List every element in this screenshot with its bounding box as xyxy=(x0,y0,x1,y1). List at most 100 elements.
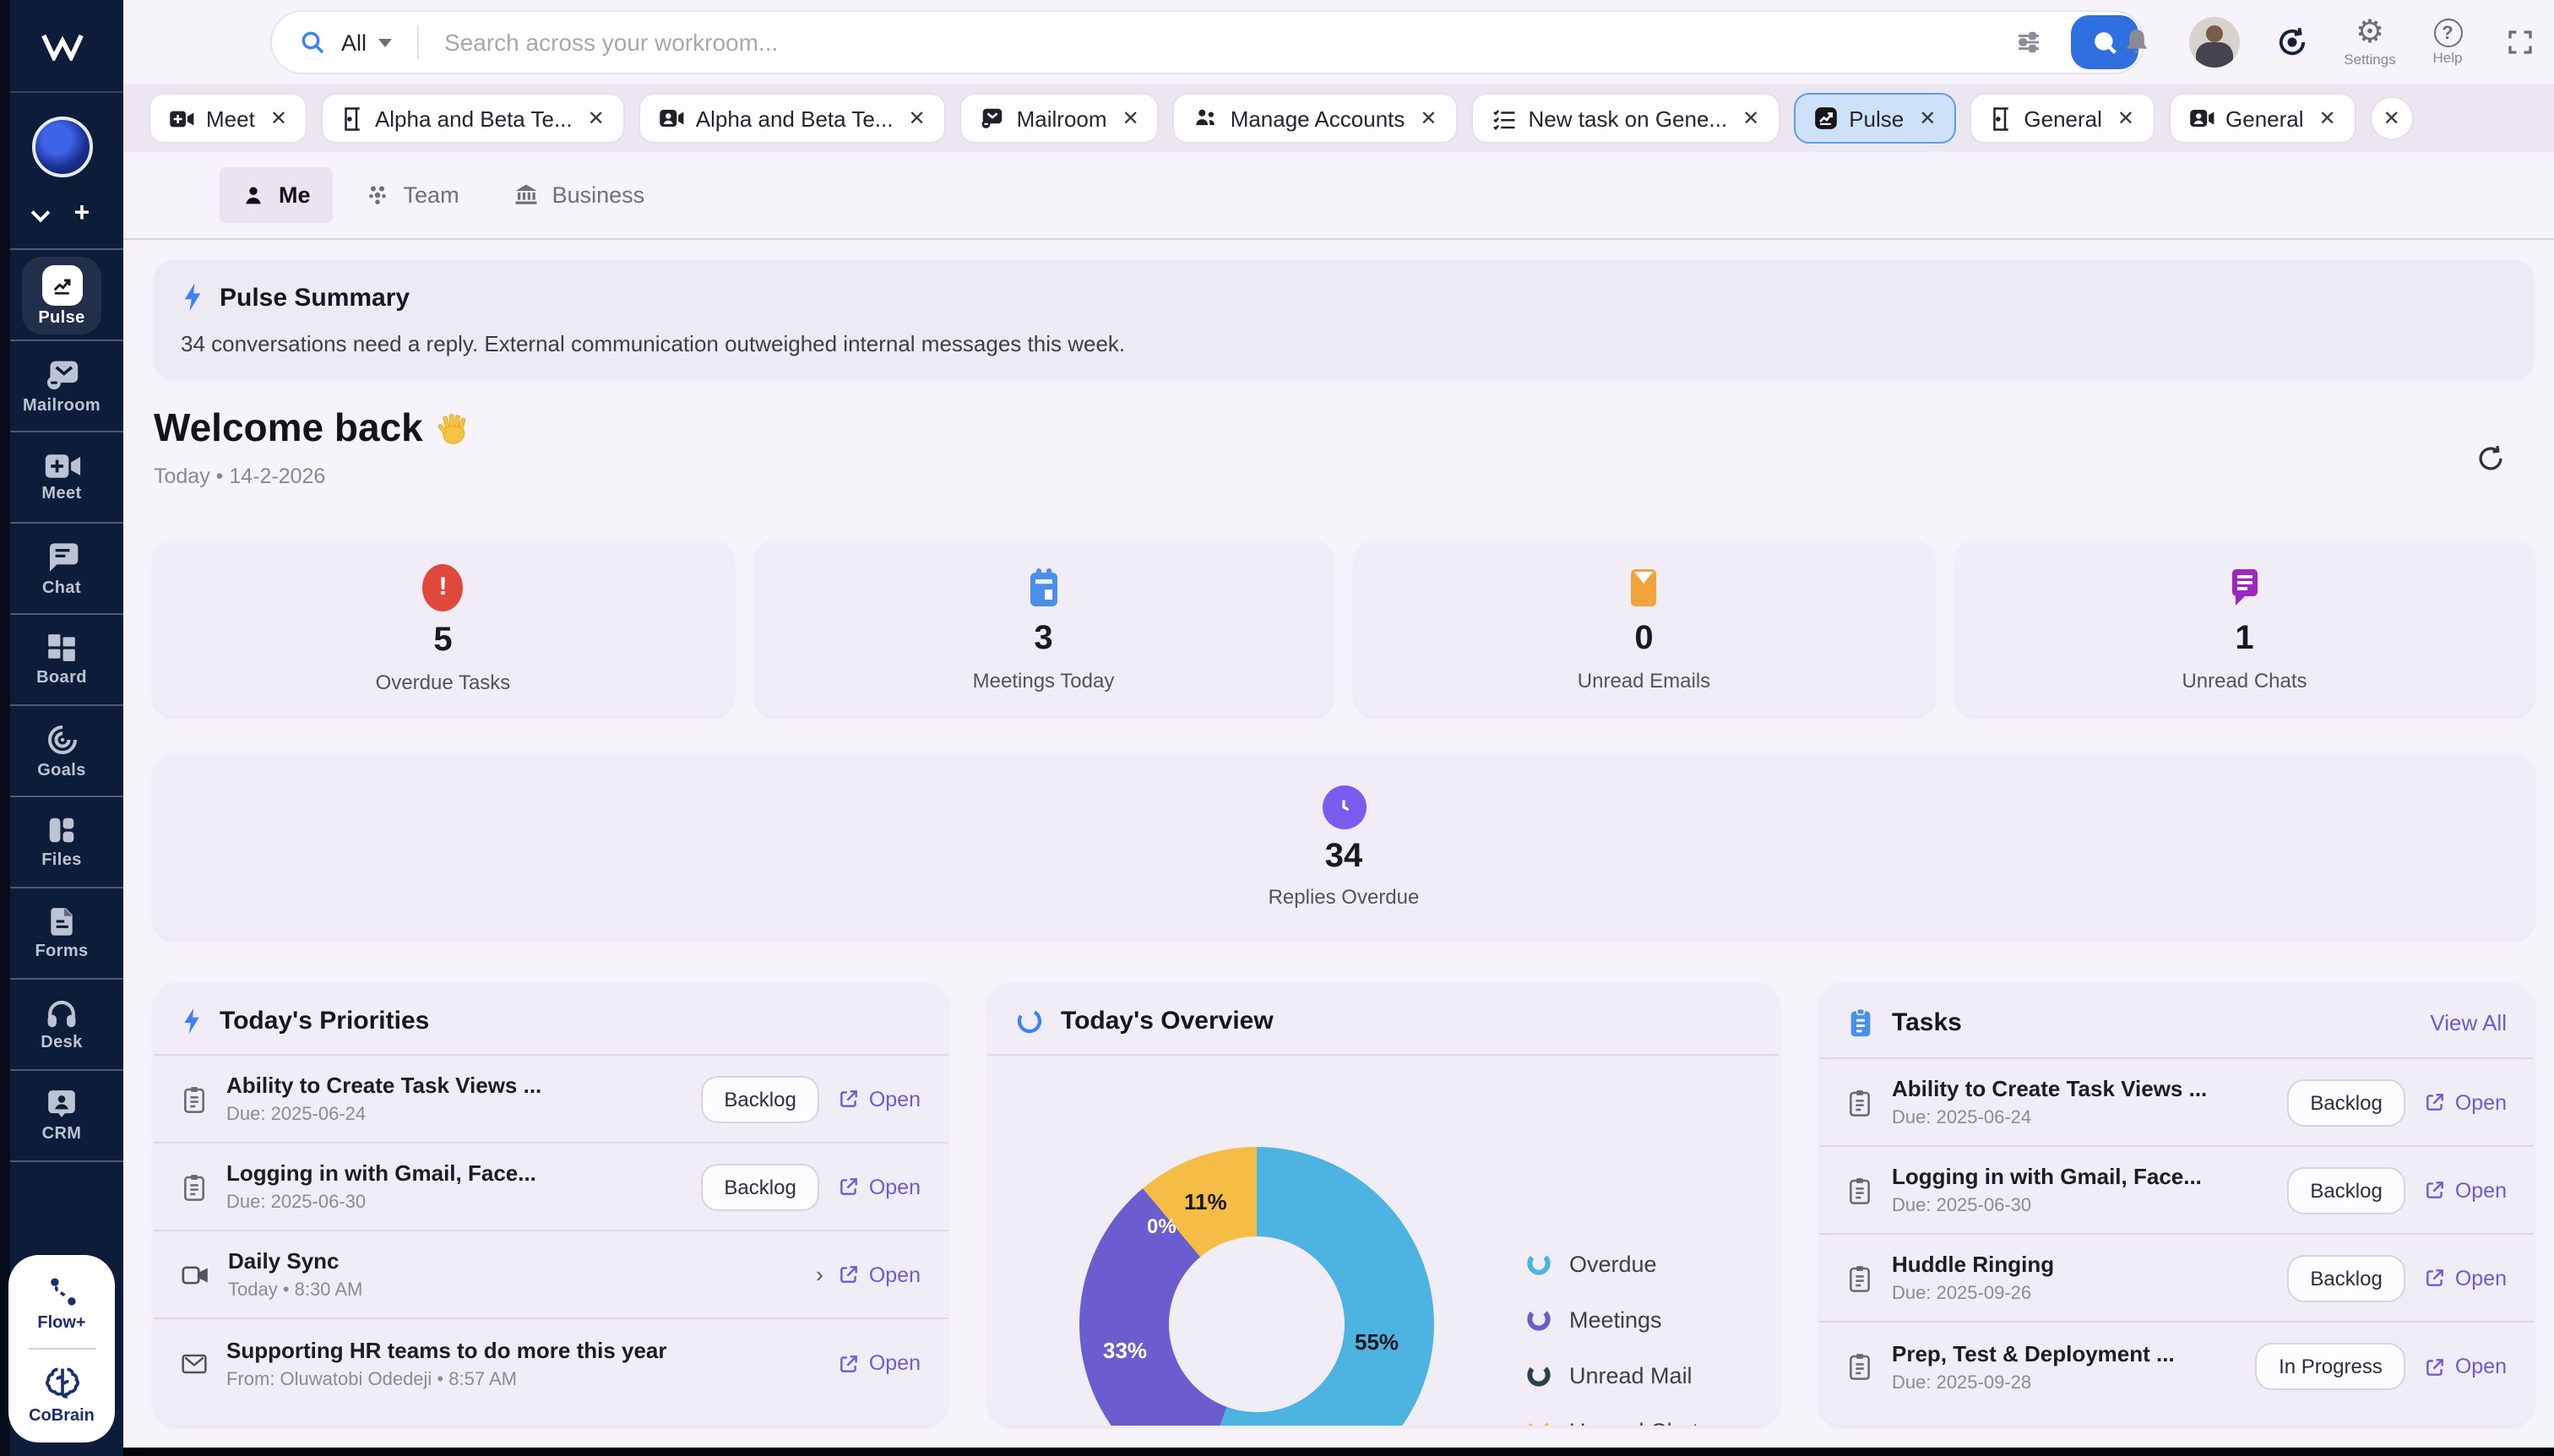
sidebar-item-label: Flow+ xyxy=(37,1314,85,1333)
close-icon[interactable]: ✕ xyxy=(1742,106,1759,130)
global-search: All xyxy=(270,10,2145,74)
sidebar-item-desk[interactable]: Desk xyxy=(0,980,123,1071)
sync-history-icon[interactable] xyxy=(2253,24,2331,61)
legend-item-unread-mail[interactable]: Unread Mail xyxy=(1525,1361,1710,1388)
tab-manage-accounts[interactable]: Manage Accounts ✕ xyxy=(1173,93,1458,144)
sidebar-item-board[interactable]: Board xyxy=(0,615,123,706)
open-link[interactable]: Open xyxy=(2425,1355,2507,1378)
tab-alpha-beta-2[interactable]: Alpha and Beta Te... ✕ xyxy=(638,93,946,144)
sidebar-item-chat[interactable]: Chat xyxy=(0,524,123,615)
close-icon[interactable]: ✕ xyxy=(588,106,605,130)
sidebar-item-pulse[interactable]: Pulse xyxy=(0,250,123,341)
sidebar-item-forms[interactable]: Forms xyxy=(0,888,123,980)
legend-label: Meetings xyxy=(1569,1307,1662,1332)
panel-title: Today's Overview xyxy=(1061,1007,1752,1035)
fullscreen-button[interactable] xyxy=(2486,27,2554,57)
search-filter-icon[interactable] xyxy=(2013,27,2044,57)
legend-item-overdue[interactable]: Overdue xyxy=(1525,1250,1710,1277)
tab-alpha-beta-1[interactable]: Alpha and Beta Te... ✕ xyxy=(321,93,625,144)
status-badge[interactable]: Backlog xyxy=(2286,1166,2405,1214)
open-link[interactable]: Open xyxy=(839,1263,921,1286)
tab-new-task[interactable]: New task on Gene... ✕ xyxy=(1471,93,1780,144)
sidebar-item-label: Chat xyxy=(42,579,81,597)
legend-swatch-icon xyxy=(1525,1361,1552,1388)
open-label: Open xyxy=(869,1087,921,1111)
close-tab-button[interactable]: ✕ xyxy=(2370,96,2414,140)
add-workspace-button[interactable]: + xyxy=(74,201,90,228)
tab-team[interactable]: Team xyxy=(343,167,481,223)
open-label: Open xyxy=(2455,1266,2507,1290)
chevron-right-icon[interactable]: › xyxy=(816,1262,823,1287)
workspace-switcher: + xyxy=(0,93,123,248)
status-badge[interactable]: Backlog xyxy=(700,1075,819,1122)
close-icon[interactable]: ✕ xyxy=(909,106,926,130)
legend-item-meetings[interactable]: Meetings xyxy=(1525,1306,1710,1333)
tab-pulse[interactable]: Pulse ✕ xyxy=(1793,93,1956,144)
view-all-link[interactable]: View All xyxy=(2430,1010,2507,1035)
tab-general-2[interactable]: General ✕ xyxy=(2168,93,2356,144)
tab-me[interactable]: Me xyxy=(220,167,333,223)
sidebar-item-files[interactable]: Files xyxy=(0,797,123,888)
sidebar-item-crm[interactable]: CRM xyxy=(0,1071,123,1162)
workspace-avatar[interactable] xyxy=(31,117,92,177)
open-link[interactable]: Open xyxy=(839,1175,921,1198)
stat-card-meetings-today[interactable]: 3 Meetings Today xyxy=(754,541,1333,716)
sidebar-item-goals[interactable]: Goals xyxy=(0,706,123,797)
open-link[interactable]: Open xyxy=(2425,1178,2507,1202)
slice-label-meetings: 33% xyxy=(1103,1338,1147,1363)
settings-button[interactable]: ⚙ Settings xyxy=(2331,17,2409,68)
status-badge[interactable]: Backlog xyxy=(2286,1254,2405,1301)
logo-w-icon xyxy=(40,31,84,60)
status-badge[interactable]: Backlog xyxy=(2286,1078,2405,1126)
refresh-icon[interactable] xyxy=(2475,443,2507,475)
notifications-bell-icon[interactable] xyxy=(2098,24,2176,60)
sidebar-item-cobrain[interactable]: CoBrain xyxy=(29,1365,95,1426)
sidebar-item-mailroom[interactable]: Mailroom xyxy=(0,341,123,432)
sidebar-item-flow-plus[interactable]: Flow+ xyxy=(37,1275,85,1333)
task-row: Logging in with Gmail, Face... Due: 2025… xyxy=(1819,1147,2534,1235)
status-badge[interactable]: Backlog xyxy=(700,1163,819,1210)
stat-card-overdue-tasks[interactable]: ! 5 Overdue Tasks xyxy=(154,541,732,716)
close-icon[interactable]: ✕ xyxy=(270,106,287,130)
tab-business[interactable]: Business xyxy=(492,167,667,223)
tab-mailroom[interactable]: Mailroom ✕ xyxy=(959,93,1160,144)
topbar-actions: ⚙ Settings ? Help xyxy=(2098,0,2554,84)
chevron-down-icon[interactable] xyxy=(30,203,50,222)
person-video-icon xyxy=(2188,108,2214,128)
task-title: Ability to Create Task Views ... xyxy=(226,1073,682,1098)
open-link[interactable]: Open xyxy=(839,1087,921,1111)
task-title: Ability to Create Task Views ... xyxy=(1892,1076,2268,1101)
email-from: From: Oluwatobi Odedeji • 8:57 AM xyxy=(226,1369,820,1389)
close-icon[interactable]: ✕ xyxy=(2319,106,2336,130)
close-icon[interactable]: ✕ xyxy=(1420,106,1437,130)
close-icon[interactable]: ✕ xyxy=(1122,106,1139,130)
open-link[interactable]: Open xyxy=(839,1351,921,1375)
open-link[interactable]: Open xyxy=(2425,1090,2507,1114)
tab-meet[interactable]: Meet ✕ xyxy=(149,93,307,144)
sidebar-item-label: Files xyxy=(41,851,82,870)
task-row: Huddle Ringing Due: 2025-09-26 Backlog O… xyxy=(1819,1235,2534,1323)
open-label: Open xyxy=(869,1175,921,1198)
tab-general-1[interactable]: General ✕ xyxy=(1970,93,2155,144)
stat-card-unread-emails[interactable]: 0 Unread Emails xyxy=(1355,541,1933,716)
chat-bubble-icon xyxy=(2226,565,2263,609)
close-icon[interactable]: ✕ xyxy=(1919,106,1936,130)
replies-overdue-card[interactable]: 34 Replies Overdue xyxy=(154,753,2534,939)
close-icon[interactable]: ✕ xyxy=(2117,106,2134,130)
priority-row: Daily Sync Today • 8:30 AM › Open xyxy=(154,1231,948,1319)
donut-chart: 55% 33% 11% 0% xyxy=(1079,1147,1434,1426)
tab-label: Alpha and Beta Te... xyxy=(696,106,894,131)
search-input[interactable] xyxy=(444,29,2013,56)
search-scope-dropdown[interactable]: All xyxy=(341,30,392,55)
sidebar-item-label: Board xyxy=(36,669,87,687)
open-link[interactable]: Open xyxy=(2425,1266,2507,1290)
app-logo[interactable] xyxy=(0,0,123,93)
stat-card-unread-chats[interactable]: 1 Unread Chats xyxy=(1955,541,2534,716)
status-badge[interactable]: In Progress xyxy=(2255,1343,2406,1390)
sidebar-item-meet[interactable]: Meet xyxy=(0,432,123,524)
user-avatar[interactable] xyxy=(2176,17,2253,68)
help-button[interactable]: ? Help xyxy=(2409,19,2486,66)
search-scope-value: All xyxy=(341,30,367,55)
legend-item-unread-chats[interactable]: Unread Chats xyxy=(1525,1417,1710,1426)
task-due: Due: 2025-06-24 xyxy=(226,1105,682,1125)
